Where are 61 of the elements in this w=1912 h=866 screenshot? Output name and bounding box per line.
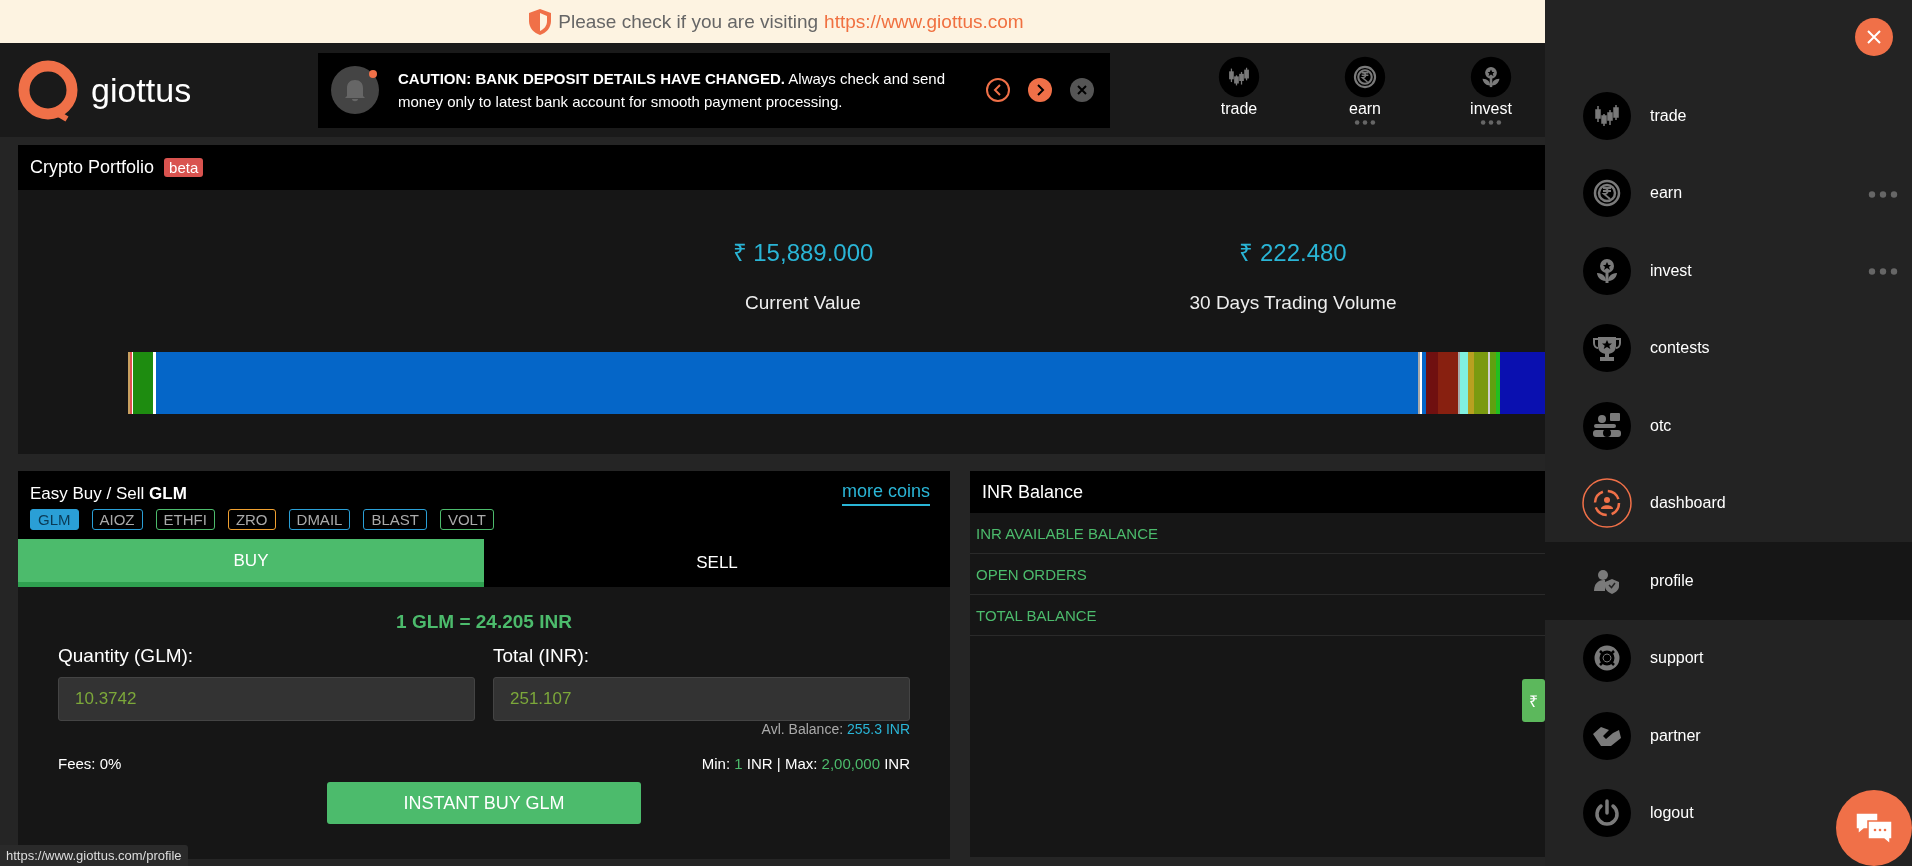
next-button[interactable]: [1028, 78, 1052, 102]
nav-item[interactable]: trade: [1215, 55, 1263, 125]
menu-item[interactable]: logout: [1545, 774, 1830, 852]
limits-text: Min: 1 INR | Max: 2,00,000 INR: [701, 755, 910, 772]
field-label: Total (INR):: [493, 645, 591, 667]
notice-text: CAUTION: BANK DEPOSIT DETAILS HAVE CHANGED. Always check and send money only to latest bank account for smooth payment processing.: [398, 69, 947, 112]
panel-title: INR Balance: [982, 481, 1084, 503]
nav-item[interactable]: earn: [1341, 55, 1389, 125]
previous-button[interactable]: [986, 78, 1010, 102]
rupee-icon: [1344, 55, 1386, 98]
menu-item[interactable]: partner: [1545, 697, 1912, 775]
menu-item[interactable]: invest: [1545, 232, 1912, 310]
more-dots-icon[interactable]: [1868, 268, 1898, 275]
quantity-field[interactable]: 10.3742: [58, 677, 475, 721]
field-label: Quantity (GLM):: [58, 645, 195, 667]
close-icon: [1077, 85, 1087, 95]
coin-tag[interactable]: BLAST: [363, 509, 427, 530]
plant-icon: [1470, 55, 1512, 98]
menu-item[interactable]: trade: [1545, 77, 1912, 155]
more-dots-icon[interactable]: [1480, 119, 1502, 125]
beta-badge: beta: [164, 158, 204, 177]
coin-tag[interactable]: GLM: [30, 509, 79, 530]
menu-item[interactable]: profile: [1545, 542, 1912, 620]
more-dots-icon[interactable]: [1868, 190, 1898, 198]
panel-title: Easy Buy / Sell GLM: [30, 483, 187, 504]
trade-tab[interactable]: SELL: [484, 539, 950, 587]
balance-label: OPEN ORDERS: [976, 565, 1087, 583]
total-field[interactable]: 251.107: [493, 677, 910, 721]
card-title: Crypto Portfolio: [30, 157, 155, 178]
balance-label: TOTAL BALANCE: [976, 606, 1097, 624]
coin-tag[interactable]: VOLT: [439, 509, 494, 530]
shield-icon: [528, 7, 553, 36]
chat-bubbles-icon: [1854, 811, 1894, 845]
menu-item[interactable]: support: [1545, 619, 1912, 697]
more-coins-link[interactable]: more coins: [841, 481, 930, 506]
coin-tag[interactable]: DMAIL: [288, 509, 351, 530]
menu-item[interactable]: earn: [1545, 154, 1912, 232]
menu-item[interactable]: dashboard: [1545, 464, 1912, 542]
rate-text: 1 GLM = 24.205 INR: [395, 611, 573, 633]
stat-value: ₹ 222.480: [1239, 238, 1347, 268]
more-dots-icon[interactable]: [1354, 119, 1376, 125]
stat-label: Current Value: [745, 292, 861, 314]
close-icon: [1866, 29, 1882, 45]
logo-text: giottus: [91, 70, 192, 110]
balance-text: Avl. Balance: 255.3 INR: [761, 721, 910, 737]
chevron-right-icon: [1035, 84, 1045, 96]
banner-text: Please check if you are visiting: [558, 10, 819, 33]
nav-item[interactable]: invest: [1467, 55, 1515, 125]
status-url: https://www.giottus.com/profile: [0, 845, 188, 866]
stat-label: 30 Days Trading Volume: [1189, 292, 1397, 314]
stat-value: ₹ 15,889.000: [732, 238, 874, 268]
balance-label: INR AVAILABLE BALANCE: [976, 524, 1159, 542]
fees-text: Fees: 0%: [58, 755, 122, 772]
candles-icon: [1218, 55, 1260, 98]
menu-item[interactable]: contests: [1545, 309, 1912, 387]
chevron-left-icon: [993, 84, 1003, 96]
close-button[interactable]: [1855, 18, 1893, 56]
coin-tag[interactable]: ETHFI: [155, 509, 215, 530]
menu-item[interactable]: otc: [1545, 387, 1912, 465]
coin-tag[interactable]: ZRO: [227, 509, 276, 530]
coin-tag[interactable]: AIOZ: [91, 509, 143, 530]
